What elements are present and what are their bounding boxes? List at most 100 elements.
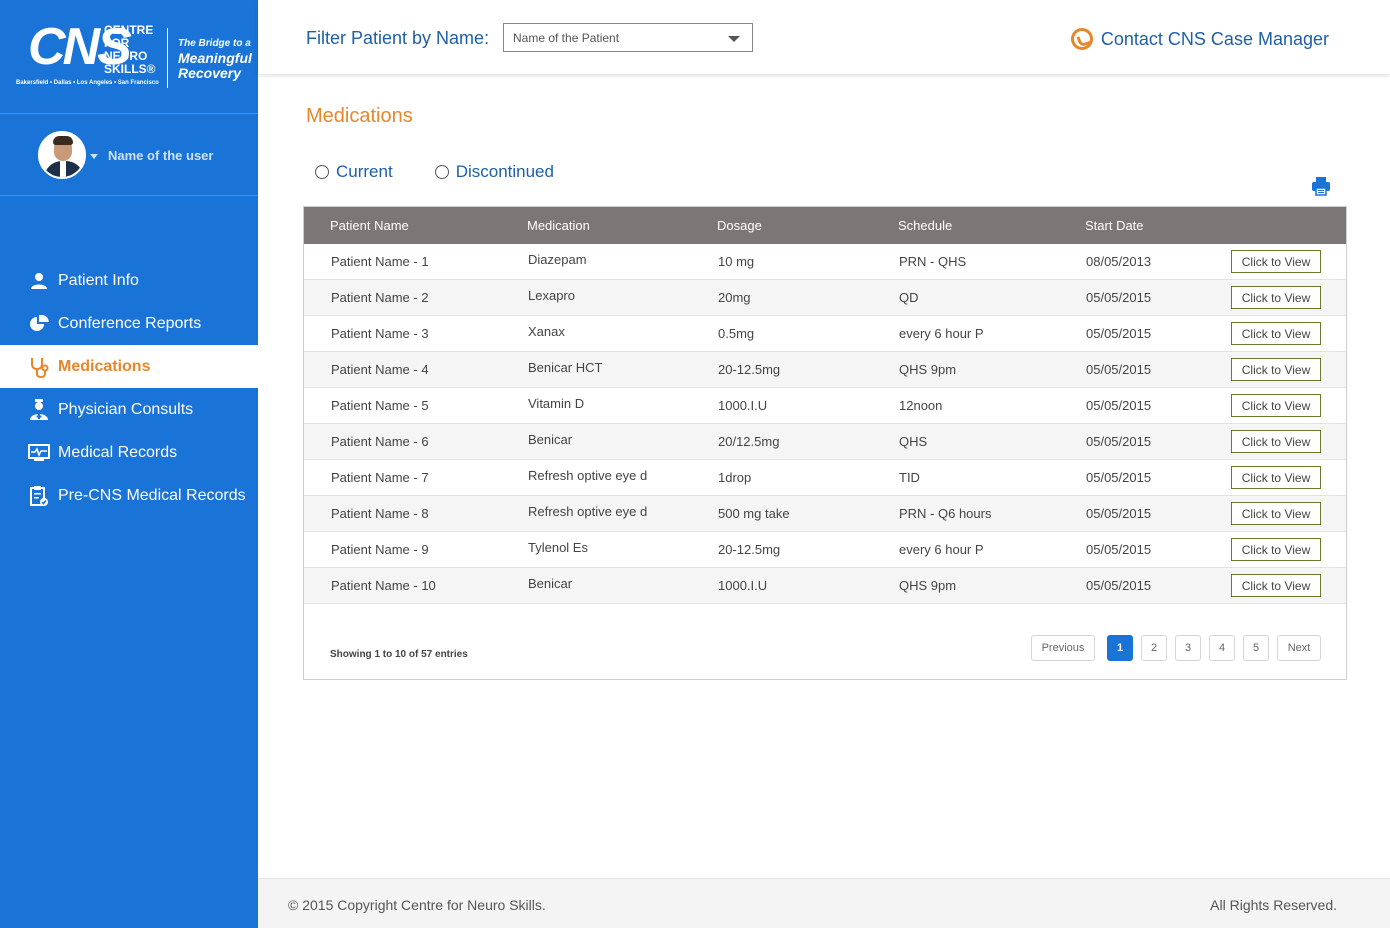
sidebar-item-label: Medical Records [58, 443, 178, 461]
sidebar-item-medical-records[interactable]: Medical Records [0, 431, 258, 474]
cell-dosage: 1000.I.U [718, 578, 768, 593]
cell-medication: Benicar [528, 576, 573, 591]
sidebar-item-patient-info[interactable]: Patient Info [0, 259, 258, 302]
chevron-down-icon [728, 36, 740, 42]
avatar [38, 131, 86, 179]
cell-dosage: 20/12.5mg [718, 434, 780, 449]
cell-medication: Tylenol Es [528, 540, 588, 555]
radio-current[interactable]: Current [315, 162, 393, 182]
radio-discontinued[interactable]: Discontinued [434, 162, 554, 182]
cell-patient-name: Patient Name - 8 [331, 506, 429, 521]
cell-schedule: QHS 9pm [899, 578, 957, 593]
cell-schedule: every 6 hour P [899, 326, 984, 341]
top-header: Filter Patient by Name: Name of the Pati… [258, 0, 1390, 74]
sidebar-item-label: Conference Reports [58, 314, 202, 332]
cell-medication: Benicar [528, 432, 573, 447]
pagination-page[interactable]: 5 [1243, 635, 1269, 661]
table-row: Patient Name - 2 Lexapro 20mg QD 05/05/2015 C… [304, 280, 1346, 316]
column-header[interactable]: Medication [527, 218, 590, 233]
click-to-view-button[interactable]: Click to View [1231, 466, 1321, 489]
cell-dosage: 500 mg take [718, 506, 790, 521]
sidebar-item-physician-consults[interactable]: Physician Consults [0, 388, 258, 431]
pagination-page[interactable]: 4 [1209, 635, 1235, 661]
cell-patient-name: Patient Name - 6 [331, 434, 429, 449]
column-header[interactable]: Schedule [898, 218, 952, 233]
cell-patient-name: Patient Name - 1 [331, 254, 429, 269]
column-header[interactable]: Dosage [717, 218, 762, 233]
stethoscope-icon [28, 356, 50, 378]
radio-circle[interactable] [315, 165, 329, 179]
cell-start-date: 05/05/2015 [1086, 326, 1152, 341]
cell-start-date: 08/05/2013 [1086, 254, 1152, 269]
radio-circle[interactable] [434, 165, 449, 179]
sidebar: CNS CENTRE FOR NEURO SKILLS® Bakersfield… [0, 0, 258, 928]
table-row: Patient Name - 7 Refresh optive eye d 1dro… [304, 460, 1346, 496]
cell-schedule: QHS [899, 434, 928, 449]
table-row: Patient Name - 9 Tylenol Es 20-12.5mg every… [304, 532, 1346, 568]
cell-patient-name: Patient Name - 2 [331, 290, 429, 305]
cell-medication: Refresh optive eye d [528, 504, 648, 519]
click-to-view-button[interactable]: Click to View [1231, 430, 1321, 453]
page-title: Medications [306, 105, 413, 127]
pagination-page[interactable]: 2 [1141, 635, 1167, 661]
table-body: Patient Name - 1 Diazepam 10 mg PRN - QHS 08… [304, 244, 1346, 604]
click-to-view-button[interactable]: Click to View [1231, 574, 1321, 597]
user-menu[interactable]: Name of the user [0, 114, 258, 196]
click-to-view-button[interactable]: Click to View [1231, 394, 1321, 417]
sidebar-item-label: Pre-CNS Medical Records [58, 486, 246, 504]
person-icon [28, 270, 50, 292]
pagination-next[interactable]: Next [1277, 635, 1321, 661]
click-to-view-button[interactable]: Click to View [1231, 322, 1321, 345]
clipboard-icon [28, 485, 50, 507]
cell-start-date: 05/05/2015 [1086, 542, 1152, 557]
pagination-page[interactable]: 3 [1175, 635, 1201, 661]
user-name: Name of the user [108, 148, 214, 163]
doctor-icon [28, 398, 50, 421]
sidebar-item-conference-reports[interactable]: Conference Reports [0, 302, 258, 345]
filter-label: Filter Patient by Name: [306, 28, 490, 48]
sidebar-item-pre-cns-medical-records[interactable]: Pre-CNS Medical Records [0, 474, 258, 517]
cell-start-date: 05/05/2015 [1086, 506, 1152, 521]
table-row: Patient Name - 8 Refresh optive eye d 500 … [304, 496, 1346, 532]
click-to-view-button[interactable]: Click to View [1231, 358, 1321, 381]
column-header[interactable]: Patient Name [330, 218, 409, 233]
column-header[interactable]: Start Date [1085, 218, 1144, 233]
cell-schedule: TID [899, 470, 920, 485]
sidebar-item-medications[interactable]: Medications [0, 345, 258, 388]
cell-patient-name: Patient Name - 4 [331, 362, 429, 377]
click-to-view-button[interactable]: Click to View [1231, 250, 1321, 273]
cell-medication: Benicar HCT [528, 360, 603, 375]
table-header: Patient Name Medication Dosage Schedule … [304, 207, 1346, 244]
brand-logo[interactable]: CNS CENTRE FOR NEURO SKILLS® Bakersfield… [0, 0, 258, 114]
pagination-previous[interactable]: Previous [1031, 635, 1095, 661]
pagination-page[interactable]: 1 [1107, 635, 1133, 661]
contact-case-manager-link[interactable]: Contact CNS Case Manager [1070, 28, 1329, 50]
logo-divider [167, 28, 168, 88]
cell-patient-name: Patient Name - 3 [331, 326, 429, 341]
click-to-view-button[interactable]: Click to View [1231, 538, 1321, 561]
cell-patient-name: Patient Name - 5 [331, 398, 429, 413]
click-to-view-button[interactable]: Click to View [1231, 286, 1321, 309]
logo-tagline: The Bridge to a Meaningful Recovery [178, 36, 258, 81]
cell-start-date: 05/05/2015 [1086, 578, 1152, 593]
phone-icon [1070, 28, 1093, 50]
sidebar-item-label: Medications [58, 357, 151, 375]
logo-tagline-main: Meaningful Recovery [178, 50, 252, 81]
page-footer: © 2015 Copyright Centre for Neuro Skills… [258, 878, 1390, 928]
cell-patient-name: Patient Name - 7 [331, 470, 429, 485]
logo-name: CENTRE FOR NEURO SKILLS® [104, 23, 156, 76]
cell-medication: Vitamin D [528, 396, 585, 411]
table-info: Showing 1 to 10 of 57 entries [330, 649, 468, 660]
table-row: Patient Name - 4 Benicar HCT 20-12.5mg QHS … [304, 352, 1346, 388]
table-row: Patient Name - 3 Xanax 0.5mg every 6 hour P… [304, 316, 1346, 352]
sidebar-item-label: Patient Info [58, 271, 139, 289]
cell-dosage: 0.5mg [718, 326, 755, 341]
cell-medication: Refresh optive eye d [528, 468, 648, 483]
click-to-view-button[interactable]: Click to View [1231, 502, 1321, 525]
table-row: Patient Name - 6 Benicar 20/12.5mg QHS 05/05… [304, 424, 1346, 460]
print-icon[interactable] [1311, 176, 1331, 196]
chevron-down-icon[interactable] [90, 154, 98, 159]
patient-name-select[interactable]: Name of the Patient [503, 23, 753, 52]
cell-schedule: QD [899, 290, 919, 305]
cell-dosage: 20mg [718, 290, 751, 305]
